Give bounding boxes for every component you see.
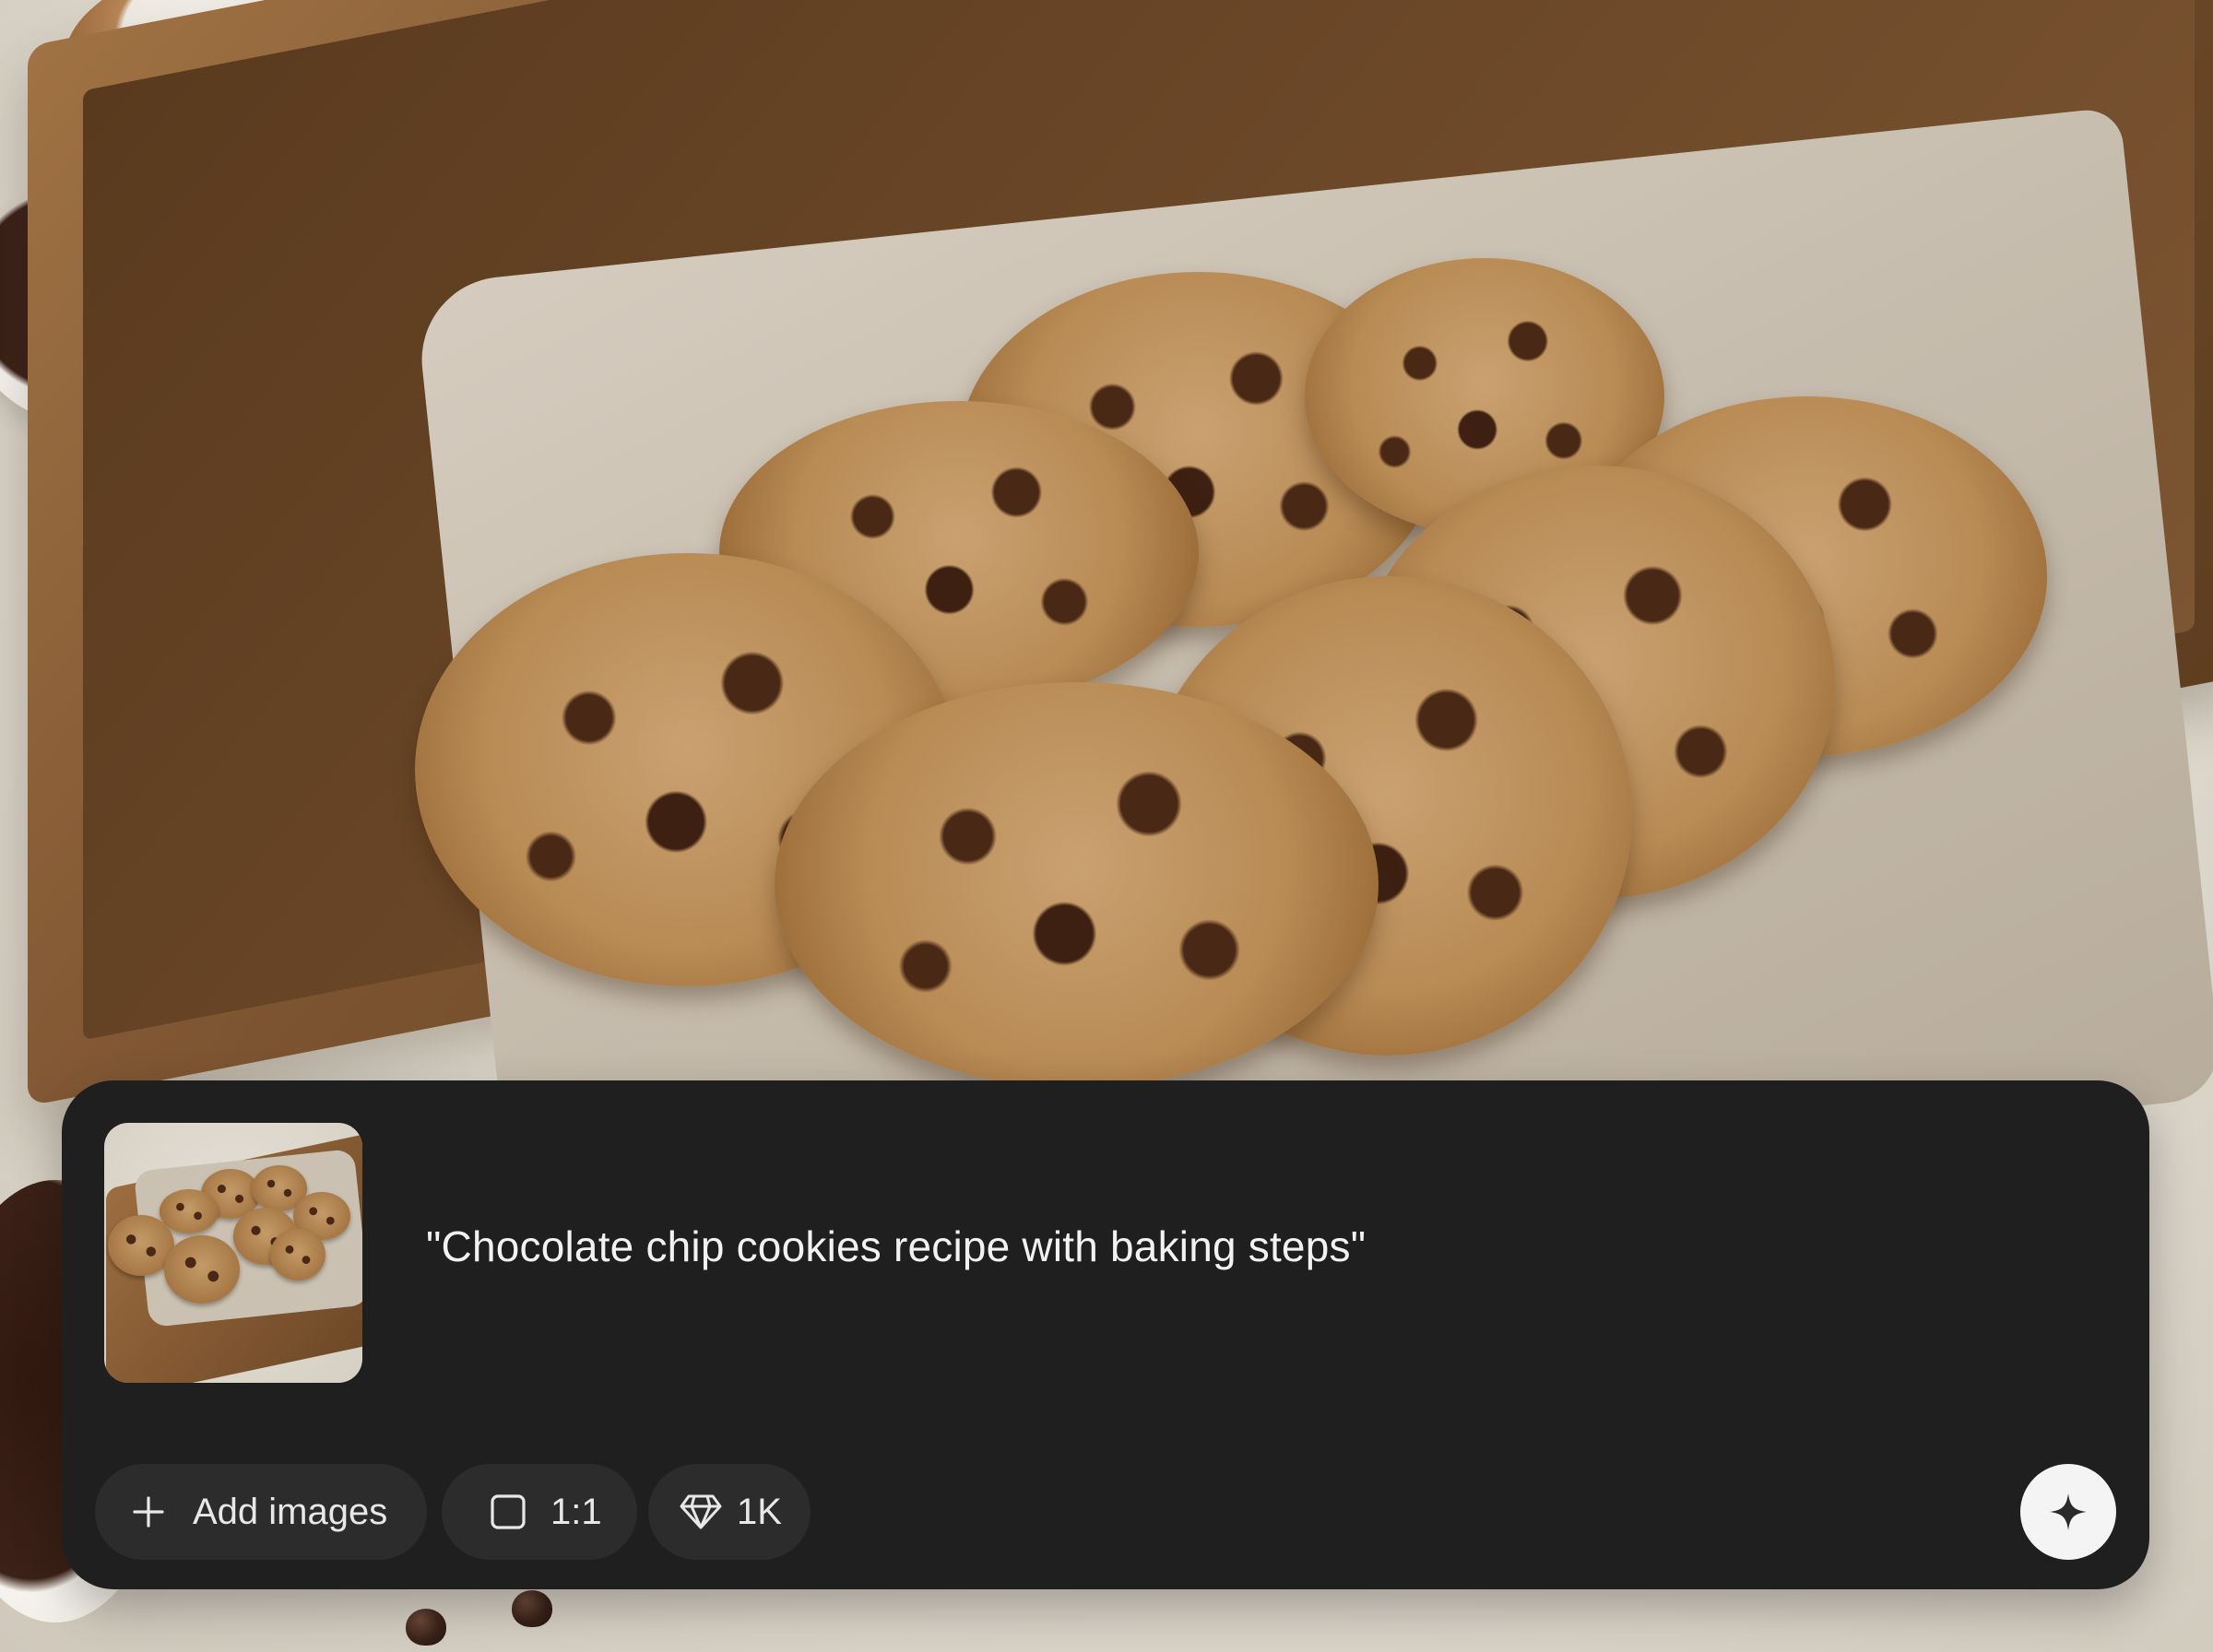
square-icon xyxy=(490,1493,527,1530)
chocolate-chip xyxy=(512,1590,552,1627)
resolution-button[interactable]: 1K xyxy=(648,1464,811,1560)
add-images-button[interactable]: Add images xyxy=(95,1464,427,1560)
prompt-text[interactable]: "Chocolate chip cookies recipe with baki… xyxy=(426,1219,1994,1274)
diamond-icon xyxy=(680,1493,722,1530)
reference-image-thumbnail[interactable] xyxy=(104,1123,362,1383)
plus-icon xyxy=(132,1495,165,1528)
cookie xyxy=(775,682,1379,1088)
resolution-label: 1K xyxy=(737,1491,782,1532)
add-images-label: Add images xyxy=(193,1491,388,1532)
sparkle-icon xyxy=(2048,1492,2089,1532)
aspect-ratio-label: 1:1 xyxy=(550,1491,602,1532)
chocolate-chip xyxy=(406,1609,446,1646)
prompt-panel: "Chocolate chip cookies recipe with baki… xyxy=(62,1080,2149,1589)
generate-button[interactable] xyxy=(2020,1464,2116,1560)
aspect-ratio-button[interactable]: 1:1 xyxy=(442,1464,637,1560)
